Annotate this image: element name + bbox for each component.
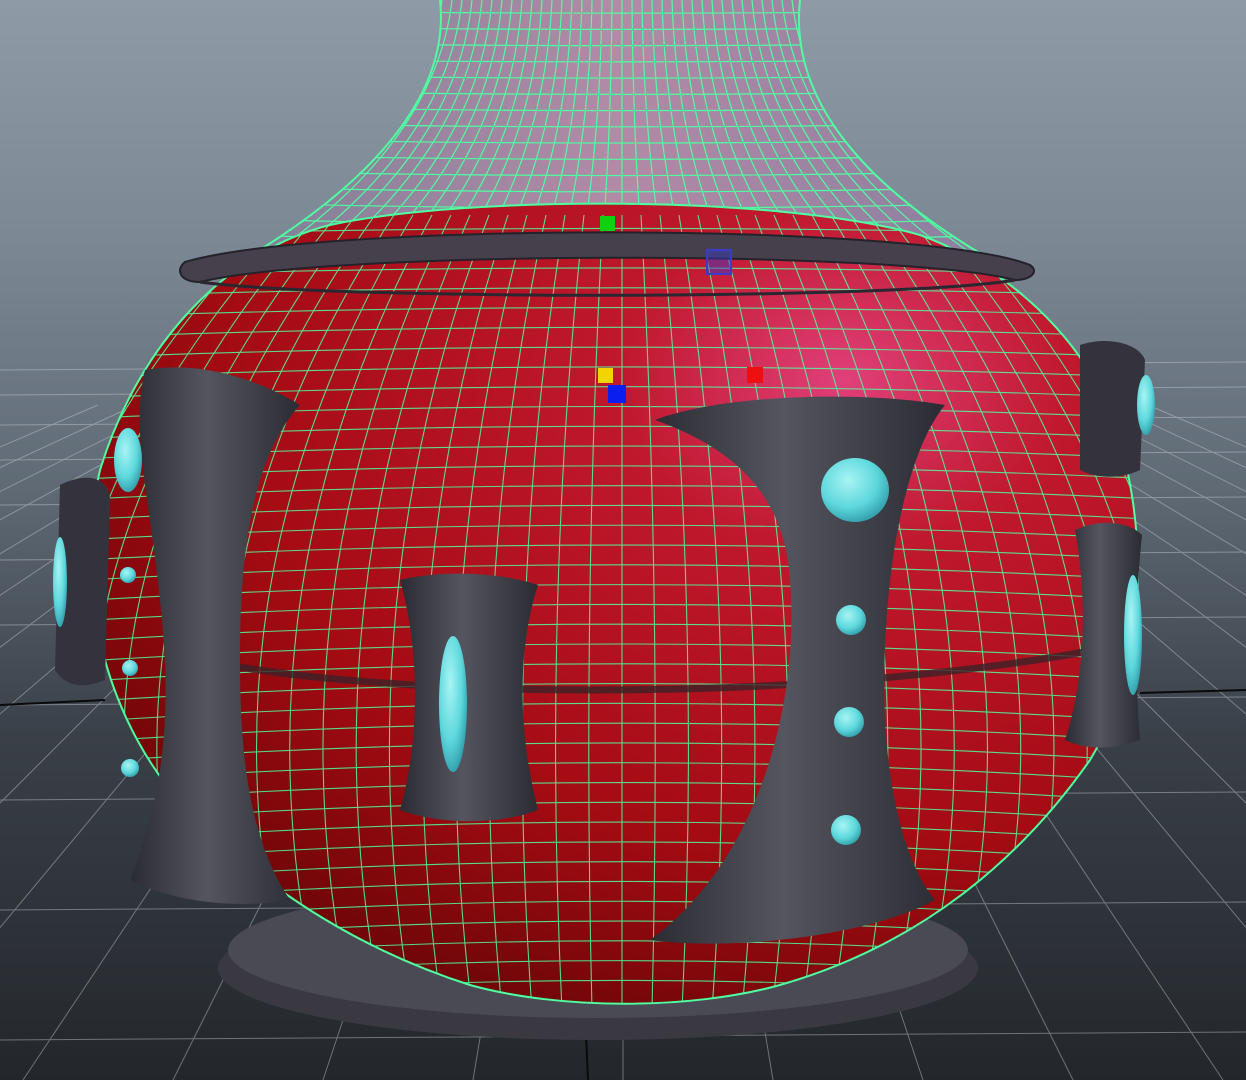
red-handle[interactable] (747, 367, 763, 383)
rib-center (400, 573, 538, 822)
gem-far-left (53, 537, 67, 627)
gem-small-2 (834, 707, 864, 737)
gem-left-mid-1 (120, 567, 136, 583)
blue-handle[interactable] (608, 385, 626, 403)
gem-small-1 (836, 605, 866, 635)
gem-left-upper (114, 428, 142, 492)
green-handle[interactable] (600, 216, 615, 231)
gem-large-front (821, 458, 889, 522)
gem-center-oval (439, 636, 467, 772)
gem-small-3 (831, 815, 861, 845)
rib-right-top (1080, 340, 1145, 477)
grid-line-depth (1147, 404, 1246, 448)
outline-blue-handle[interactable] (706, 249, 732, 275)
gem-right (1124, 575, 1142, 695)
grid-x-axis-right (1139, 689, 1246, 694)
yellow-handle[interactable] (598, 368, 613, 383)
gem-left-lower (121, 759, 139, 777)
gem-right-top (1137, 375, 1155, 435)
3d-viewport[interactable] (0, 0, 1246, 1080)
gem-left-mid-2 (122, 660, 138, 676)
viewport-scene[interactable] (0, 0, 1246, 1080)
